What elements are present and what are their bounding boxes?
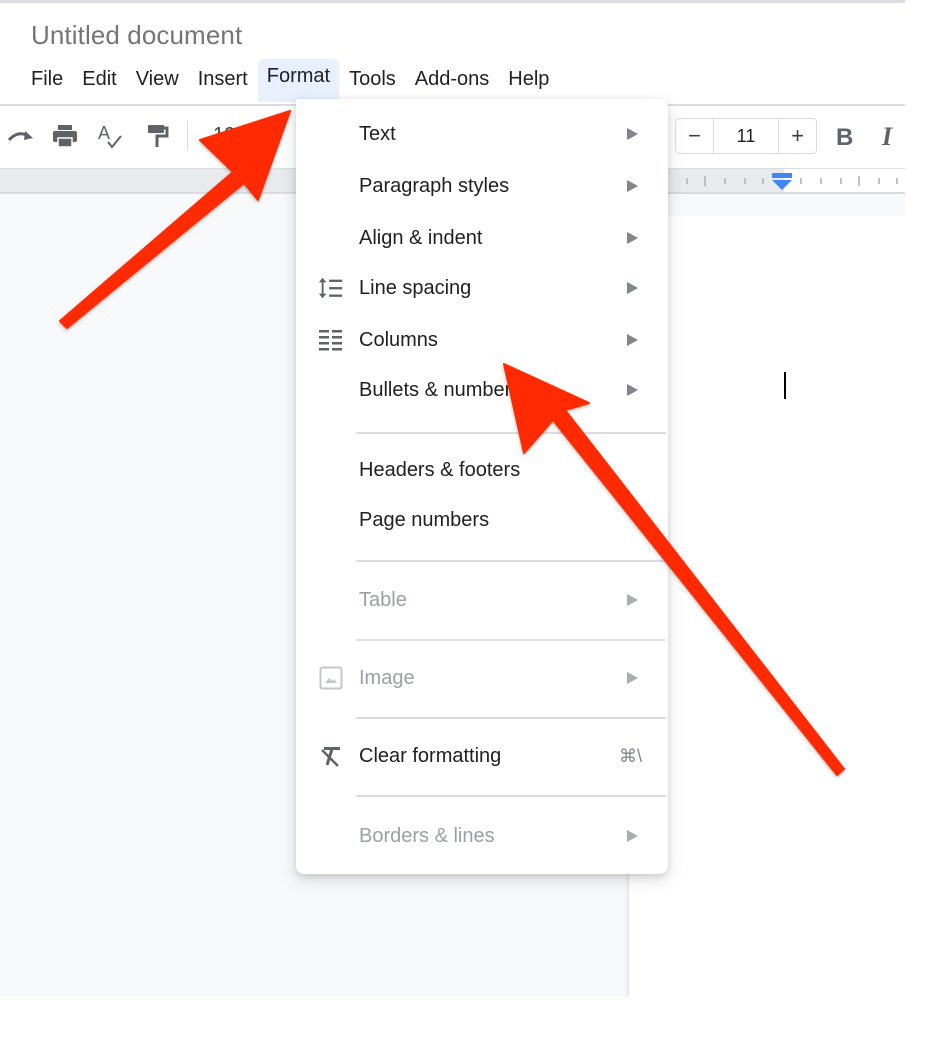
format-menu-item-paragraph-styles[interactable]: Paragraph styles (296, 164, 668, 208)
menu-divider (356, 795, 666, 797)
menu-divider (356, 717, 666, 719)
menu-divider (356, 639, 666, 641)
format-menu: Text Paragraph styles Align & indent Lin… (296, 99, 668, 874)
text-cursor (784, 372, 786, 399)
menu-item-label: Table (359, 588, 407, 611)
indent-marker-icon[interactable] (771, 173, 793, 191)
redo-icon (7, 131, 33, 142)
format-menu-item-line-spacing[interactable]: Line spacing (296, 266, 668, 310)
font-size-stepper: − 11 + (675, 118, 817, 154)
submenu-arrow-icon (627, 830, 638, 842)
submenu-arrow-icon (627, 334, 638, 346)
ruler-tick (896, 178, 898, 184)
menu-file[interactable]: File (22, 62, 72, 98)
document-title[interactable]: Untitled document (31, 20, 242, 51)
menu-item-label: Clear formatting (359, 744, 502, 767)
spellcheck-icon: A (98, 123, 122, 149)
menu-item-label: Text (359, 122, 396, 145)
ruler-tick (704, 176, 706, 186)
menu-add-ons[interactable]: Add-ons (406, 62, 499, 98)
menu-insert[interactable]: Insert (189, 62, 257, 98)
ruler-tick (878, 178, 880, 184)
format-menu-item-bullets-numbering[interactable]: Bullets & numbering (296, 368, 668, 412)
ruler-tick (858, 176, 860, 186)
keyboard-shortcut: ⌘\ (618, 745, 642, 766)
menu-item-label: Align & indent (359, 226, 483, 249)
print-icon (53, 125, 77, 148)
format-menu-item-headers-footers[interactable]: Headers & footers (296, 448, 668, 492)
clear-formatting-icon (318, 743, 344, 769)
format-menu-item-table[interactable]: Table (296, 578, 668, 622)
menu-item-label: Line spacing (359, 276, 472, 299)
ruler-tick (762, 178, 764, 184)
svg-text:A: A (98, 123, 110, 143)
document-page[interactable] (629, 194, 905, 997)
format-menu-item-clear-formatting[interactable]: Clear formatting ⌘\ (296, 734, 668, 778)
submenu-arrow-icon (627, 232, 638, 244)
ruler-tick (820, 178, 822, 184)
format-menu-item-text[interactable]: Text (296, 112, 668, 156)
menu-edit[interactable]: Edit (73, 62, 125, 98)
italic-button[interactable]: I (882, 122, 892, 152)
menu-divider (356, 432, 666, 434)
paint-format-button[interactable] (141, 120, 173, 152)
ruler-tick (724, 178, 726, 184)
menu-tools[interactable]: Tools (340, 62, 405, 98)
ruler-tick (800, 178, 802, 184)
menu-item-label: Borders & lines (359, 824, 495, 847)
submenu-arrow-icon (627, 128, 638, 140)
menu-item-label: Paragraph styles (359, 174, 510, 197)
toolbar-divider (187, 121, 188, 151)
image-icon (318, 665, 344, 691)
submenu-arrow-icon (627, 594, 638, 606)
ruler-text-area (784, 169, 905, 192)
submenu-arrow-icon (627, 672, 638, 684)
submenu-arrow-icon (627, 180, 638, 192)
format-menu-item-columns[interactable]: Columns (296, 318, 668, 362)
format-menu-item-page-numbers[interactable]: Page numbers (296, 498, 668, 542)
menu-view[interactable]: View (127, 62, 188, 98)
print-button[interactable] (49, 120, 81, 152)
zoom-select[interactable]: 10 (213, 124, 235, 147)
paint-format-icon (148, 125, 169, 147)
menu-help[interactable]: Help (499, 62, 558, 98)
menu-item-label: Columns (359, 328, 438, 351)
ruler-tick (840, 178, 842, 184)
submenu-arrow-icon (627, 384, 638, 396)
bold-button[interactable]: B (836, 124, 853, 152)
menu-format[interactable]: Format (257, 58, 340, 102)
decrease-font-size-button[interactable]: − (676, 119, 713, 153)
line-spacing-icon (318, 275, 344, 301)
ruler-tick (744, 178, 746, 184)
menu-divider (356, 560, 666, 562)
columns-icon (318, 327, 344, 353)
google-docs-window: Untitled document File Edit View Insert … (0, 0, 905, 997)
submenu-arrow-icon (627, 282, 638, 294)
top-border (0, 0, 905, 3)
menu-item-label: Bullets & numbering (359, 378, 538, 401)
format-menu-item-align-indent[interactable]: Align & indent (296, 216, 668, 260)
ruler-tick (686, 178, 688, 184)
format-menu-item-image[interactable]: Image (296, 656, 668, 700)
menu-item-label: Headers & footers (359, 458, 521, 481)
format-menu-item-borders-lines[interactable]: Borders & lines (296, 814, 668, 858)
menu-item-label: Page numbers (359, 508, 490, 531)
menu-item-label: Image (359, 666, 415, 689)
redo-button[interactable] (5, 120, 37, 152)
increase-font-size-button[interactable]: + (779, 119, 816, 153)
font-size-input[interactable]: 11 (713, 119, 779, 153)
menu-bar: File Edit View Insert Format Tools Add-o… (22, 58, 559, 102)
spellcheck-button[interactable]: A (94, 120, 126, 152)
page-top-margin-strip (668, 194, 905, 216)
